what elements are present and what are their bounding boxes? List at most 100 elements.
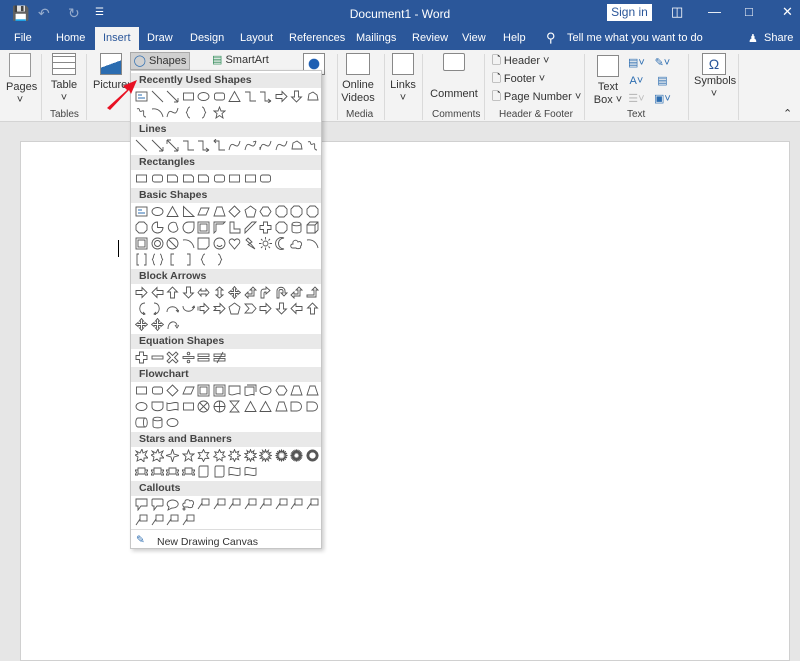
callline-shape-icon[interactable] [196,496,212,512]
cube-shape-icon[interactable] [305,219,321,235]
callline-shape-icon[interactable] [274,496,290,512]
tab-insert[interactable]: Insert [95,27,139,50]
elbowarrow-shape-icon[interactable] [258,88,274,104]
tell-me-search[interactable]: Tell me what you want to do [567,32,703,44]
moon-shape-icon[interactable] [274,235,290,251]
cloud-shape-icon[interactable] [289,235,305,251]
arrowline-shape-icon[interactable] [165,88,181,104]
ellipse-shape-icon[interactable] [258,382,274,398]
explosion-shape-icon[interactable] [134,447,150,463]
rect-shape-icon[interactable] [227,170,243,186]
cylinder-shape-icon[interactable] [289,219,305,235]
heart-shape-icon[interactable] [227,235,243,251]
quadarrow-shape-icon[interactable] [150,316,166,332]
tab-view[interactable]: View [462,32,486,44]
arc-shape-icon[interactable] [150,104,166,120]
bracketpair-shape-icon[interactable] [134,251,150,267]
chevron-shape-icon[interactable] [243,300,259,316]
tab-help[interactable]: Help [503,32,526,44]
page-number-button[interactable]: 🗋 Page Number ˅ [492,91,581,104]
curve-shape-icon[interactable] [227,137,243,153]
callround-shape-icon[interactable] [150,496,166,512]
scroll-shape-icon[interactable] [212,463,228,479]
star12-shape-icon[interactable] [258,447,274,463]
textbox-shape-icon[interactable] [134,203,150,219]
chord-shape-icon[interactable] [165,219,181,235]
rarrow-shape-icon[interactable] [258,300,274,316]
ellipse-shape-icon[interactable] [165,414,181,430]
curvedu-shape-icon[interactable] [165,300,181,316]
uarrow-shape-icon[interactable] [305,300,321,316]
sumjunction-shape-icon[interactable] [196,398,212,414]
arc-shape-icon[interactable] [181,235,197,251]
object-icon[interactable]: ▣˅ [654,93,671,105]
rect-shape-icon[interactable] [134,382,150,398]
snip-shape-icon[interactable] [181,170,197,186]
plus-shape-icon[interactable] [134,349,150,365]
callline-shape-icon[interactable] [289,496,305,512]
bevel-shape-icon[interactable] [134,235,150,251]
larrow-shape-icon[interactable] [150,284,166,300]
star10-shape-icon[interactable] [243,447,259,463]
lshape-shape-icon[interactable] [227,219,243,235]
table-button[interactable]: Table ˅ [48,53,80,105]
darrow-shape-icon[interactable] [289,88,305,104]
smiley-shape-icon[interactable] [212,235,228,251]
curvedd-shape-icon[interactable] [181,300,197,316]
lbrace-shape-icon[interactable] [181,104,197,120]
curve-shape-icon[interactable] [165,104,181,120]
minus-shape-icon[interactable] [150,349,166,365]
roundrect-shape-icon[interactable] [212,170,228,186]
divide-shape-icon[interactable] [181,349,197,365]
drop-cap-icon[interactable]: ☰˅ [628,93,644,105]
pie-shape-icon[interactable] [150,219,166,235]
arrowline-shape-icon[interactable] [150,137,166,153]
frame-shape-icon[interactable] [212,382,228,398]
maximize-icon[interactable]: □ [745,4,753,19]
curvedr-shape-icon[interactable] [134,300,150,316]
roundrect-shape-icon[interactable] [212,88,228,104]
roundrect-shape-icon[interactable] [258,170,274,186]
lbracket-shape-icon[interactable] [165,251,181,267]
wordart-icon[interactable]: A˅ [630,75,644,87]
trapezoid-shape-icon[interactable] [305,382,321,398]
bracepair-shape-icon[interactable] [150,251,166,267]
elbow-shape-icon[interactable] [243,88,259,104]
curvedbl-shape-icon[interactable] [258,137,274,153]
new-drawing-canvas-item[interactable]: ✎ New Drawing Canvas [131,529,321,548]
callline-shape-icon[interactable] [150,512,166,528]
callline-shape-icon[interactable] [181,512,197,528]
hexagon-shape-icon[interactable] [258,203,274,219]
callrect-shape-icon[interactable] [134,496,150,512]
tab-home[interactable]: Home [56,32,85,44]
share-button[interactable]: Share [764,32,793,44]
curvearrow-shape-icon[interactable] [243,137,259,153]
freeform-shape-icon[interactable] [305,88,321,104]
stripedr-shape-icon[interactable] [196,300,212,316]
dshape-shape-icon[interactable] [289,398,305,414]
rtriangle-shape-icon[interactable] [181,203,197,219]
callline-shape-icon[interactable] [305,496,321,512]
trapezoid-shape-icon[interactable] [212,203,228,219]
wave-shape-icon[interactable] [243,463,259,479]
scribble-shape-icon[interactable] [305,137,321,153]
footer-button[interactable]: 🗋 Footer ˅ [492,73,545,86]
donut-shape-icon[interactable] [150,235,166,251]
date-time-icon[interactable]: ▤ [657,75,667,87]
octagon-shape-icon[interactable] [289,203,305,219]
parallelogram-shape-icon[interactable] [196,203,212,219]
halfframe-shape-icon[interactable] [212,219,228,235]
elbowdbl-shape-icon[interactable] [212,137,228,153]
signature-line-icon[interactable]: ✎˅ [655,57,671,69]
tab-draw[interactable]: Draw [147,32,173,44]
scroll-shape-icon[interactable] [196,463,212,479]
quadarrow-shape-icon[interactable] [227,284,243,300]
rarrow-shape-icon[interactable] [274,88,290,104]
punchedtape-shape-icon[interactable] [165,398,181,414]
callline-shape-icon[interactable] [243,496,259,512]
star32-shape-icon[interactable] [305,447,321,463]
teardrop-shape-icon[interactable] [181,219,197,235]
ellipse-shape-icon[interactable] [150,203,166,219]
luarrow-shape-icon[interactable] [243,284,259,300]
circulararrow-shape-icon[interactable] [165,316,181,332]
